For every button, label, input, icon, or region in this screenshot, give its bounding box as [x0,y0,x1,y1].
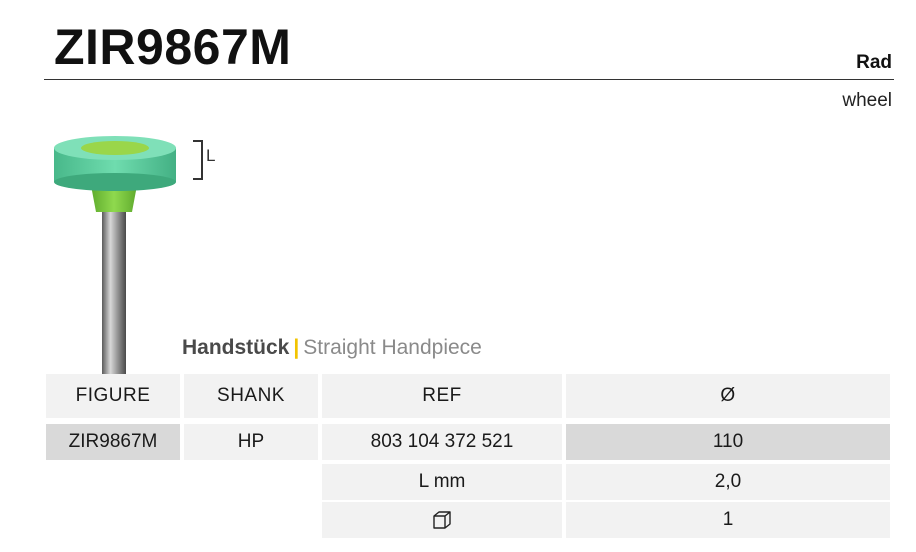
title-divider [44,79,894,80]
handpiece-separator: | [293,336,300,359]
cell-shank: HP [184,424,318,460]
header-diameter: Ø [566,374,890,418]
handpiece-en: Straight Handpiece [303,336,482,359]
product-code: ZIR9867M [54,19,292,75]
shank [102,208,126,378]
handpiece-de: Handstück [182,336,290,359]
cell-length-value: 2,0 [566,464,890,500]
wheel-center [81,141,149,155]
cell-ref: 803 104 372 521 [322,424,562,460]
length-bracket [193,140,203,180]
wheel-bur-illustration [54,136,176,378]
product-type-en: wheel [842,90,892,111]
cell-package-icon [322,502,562,538]
package-icon [433,511,451,529]
cell-length-label: L mm [322,464,562,500]
cell-package-value: 1 [566,502,890,538]
cell-figure: ZIR9867M [46,424,180,460]
header-figure: FIGURE [46,374,180,418]
product-type-de: Rad [856,52,892,73]
handpiece-caption: Handstück | Straight Handpiece [182,336,482,360]
header-ref: REF [322,374,562,418]
header-shank: SHANK [184,374,318,418]
cell-diameter: 110 [566,424,890,460]
length-label: L [206,146,216,165]
wheel-bottom [54,173,176,191]
